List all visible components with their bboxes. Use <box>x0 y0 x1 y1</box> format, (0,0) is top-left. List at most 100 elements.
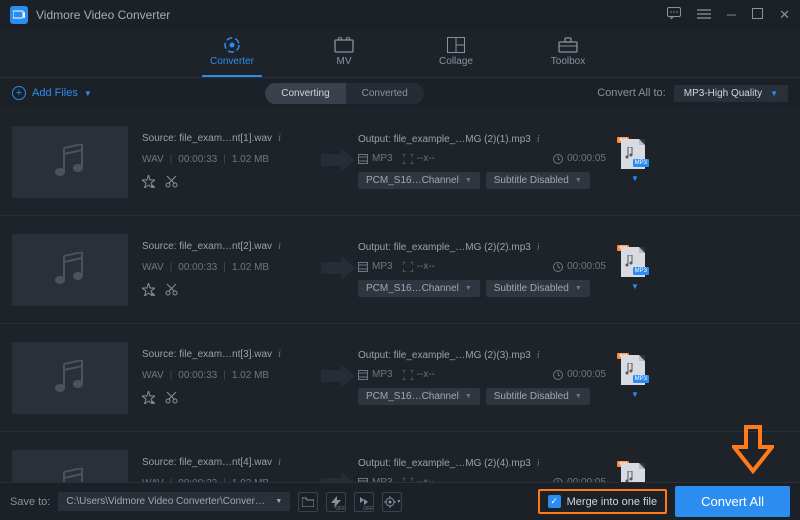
out-format: MP3 <box>372 477 393 482</box>
info-icon[interactable]: i <box>537 242 540 253</box>
toolbox-icon <box>558 36 578 54</box>
arrow-icon <box>318 148 358 175</box>
app-title: Vidmore Video Converter <box>36 8 667 22</box>
app-logo-icon <box>10 6 28 24</box>
music-note-icon <box>50 360 90 396</box>
source-label: Source: file_exam…nt[4].wav <box>142 457 272 468</box>
music-note-icon <box>50 144 90 180</box>
tab-converting[interactable]: Converting <box>265 83 345 104</box>
save-path-select[interactable]: C:\Users\Vidmore Video Converter\Convert… <box>58 492 290 511</box>
save-to-label: Save to: <box>10 496 50 508</box>
converter-icon <box>222 36 242 54</box>
subtitle-select[interactable]: Subtitle Disabled▼ <box>486 388 590 405</box>
close-icon[interactable]: ✕ <box>779 7 790 23</box>
nav-converter[interactable]: Converter <box>202 36 262 77</box>
thumbnail[interactable] <box>12 234 128 306</box>
info-icon[interactable]: i <box>278 133 281 144</box>
out-duration: 00:00:05 <box>567 477 606 482</box>
convert-all-format-select[interactable]: MP3-High Quality ▼ <box>674 85 788 102</box>
subtitle-select[interactable]: Subtitle Disabled▼ <box>486 172 590 189</box>
edit-icon[interactable] <box>142 391 155 407</box>
nav-mv[interactable]: MV <box>314 36 374 77</box>
arrow-icon <box>318 472 358 482</box>
menu-icon[interactable] <box>697 7 711 23</box>
cut-icon[interactable] <box>165 175 178 191</box>
tab-converted[interactable]: Converted <box>346 83 424 104</box>
high-speed-button[interactable]: OFF <box>354 492 374 512</box>
output-label: Output: file_example_…MG (2)(1).mp3 <box>358 134 531 145</box>
info-icon[interactable]: i <box>537 134 540 145</box>
maximize-icon[interactable] <box>752 7 763 23</box>
settings-button[interactable]: ▾ <box>382 492 402 512</box>
info-icon[interactable]: i <box>278 241 281 252</box>
chevron-down-icon: ▼ <box>631 174 639 183</box>
open-folder-button[interactable] <box>298 492 318 512</box>
output-format-button[interactable]: ❋H MP3 ▼ <box>616 139 650 184</box>
info-icon[interactable]: i <box>537 458 540 469</box>
chevron-down-icon: ▼ <box>275 498 282 505</box>
file-row: Source: file_exam…nt[4].wavi WAV| 00:00:… <box>0 432 800 482</box>
nav-toolbox[interactable]: Toolbox <box>538 36 598 77</box>
source-label: Source: file_exam…nt[3].wav <box>142 349 272 360</box>
source-format: WAV <box>142 478 164 483</box>
output-format-button[interactable]: ❋H MP3 ▼ <box>616 355 650 400</box>
mv-icon <box>334 36 354 54</box>
expand-icon <box>403 370 413 380</box>
info-icon[interactable]: i <box>537 350 540 361</box>
edit-icon[interactable] <box>142 283 155 299</box>
out-format: MP3 <box>372 369 393 380</box>
source-size: 1.02 MB <box>232 154 269 165</box>
source-duration: 00:00:33 <box>178 370 217 381</box>
thumbnail[interactable] <box>12 126 128 198</box>
arrow-icon <box>318 256 358 283</box>
film-icon <box>358 154 368 164</box>
source-format: WAV <box>142 154 164 165</box>
output-format-button[interactable]: ❋H MP3 ▼ <box>616 247 650 292</box>
out-format: MP3 <box>372 153 393 164</box>
chevron-down-icon: ▼ <box>770 89 778 98</box>
hardware-accel-button[interactable]: OFF <box>326 492 346 512</box>
thumbnail[interactable] <box>12 342 128 414</box>
codec-select[interactable]: PCM_S16…Channel▼ <box>358 280 480 297</box>
info-icon[interactable]: i <box>278 349 281 360</box>
source-format: WAV <box>142 370 164 381</box>
chevron-down-icon: ▼ <box>575 177 582 184</box>
merge-checkbox[interactable]: ✓ <box>548 495 561 508</box>
cut-icon[interactable] <box>165 391 178 407</box>
codec-select[interactable]: PCM_S16…Channel▼ <box>358 388 480 405</box>
output-format-button[interactable]: ❋H MP3 ▼ <box>616 463 650 482</box>
plus-icon: + <box>12 86 26 100</box>
main-nav: Converter MV Collage Toolbox <box>0 30 800 78</box>
cut-icon[interactable] <box>165 283 178 299</box>
out-duration: 00:00:05 <box>567 261 606 272</box>
source-duration: 00:00:33 <box>178 154 217 165</box>
source-size: 1.02 MB <box>232 262 269 273</box>
minimize-icon[interactable]: ─ <box>727 7 736 23</box>
clock-icon <box>553 262 563 272</box>
subtitle-select[interactable]: Subtitle Disabled▼ <box>486 280 590 297</box>
source-size: 1.02 MB <box>232 478 269 483</box>
chevron-down-icon: ▼ <box>575 393 582 400</box>
feedback-icon[interactable] <box>667 7 681 23</box>
out-duration: 00:00:05 <box>567 153 606 164</box>
add-files-button[interactable]: + Add Files ▼ <box>12 86 92 100</box>
toolbar: + Add Files ▼ Converting Converted Conve… <box>0 78 800 108</box>
thumbnail[interactable] <box>12 450 128 483</box>
expand-icon <box>403 262 413 272</box>
merge-label: Merge into one file <box>567 496 658 508</box>
chevron-down-icon: ▼ <box>84 89 92 98</box>
edit-icon[interactable] <box>142 175 155 191</box>
codec-select[interactable]: PCM_S16…Channel▼ <box>358 172 480 189</box>
collage-icon <box>446 36 466 54</box>
source-label: Source: file_exam…nt[1].wav <box>142 133 272 144</box>
info-icon[interactable]: i <box>278 457 281 468</box>
expand-icon <box>403 154 413 164</box>
out-resolution: --x-- <box>417 261 435 272</box>
clock-icon <box>553 370 563 380</box>
source-size: 1.02 MB <box>232 370 269 381</box>
convert-all-button[interactable]: Convert All <box>675 486 790 517</box>
source-format: WAV <box>142 262 164 273</box>
chevron-down-icon: ▼ <box>631 282 639 291</box>
footer: Save to: C:\Users\Vidmore Video Converte… <box>0 482 800 520</box>
nav-collage[interactable]: Collage <box>426 36 486 77</box>
